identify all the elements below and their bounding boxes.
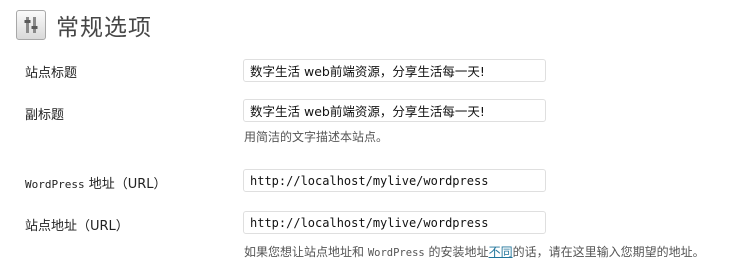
site-address-desc-part1: 如果您想让站点地址和: [244, 245, 368, 259]
wordpress-address-input[interactable]: [243, 169, 546, 192]
wordpress-address-label: WordPress 地址（URL）: [25, 173, 167, 192]
site-title-input[interactable]: [243, 59, 546, 82]
site-address-desc-part2: 的安装地址: [424, 245, 489, 259]
tagline-description: 用简洁的文字描述本站点。: [244, 130, 389, 144]
wordpress-address-label-prefix: WordPress: [25, 178, 85, 191]
wordpress-address-label-suffix: 地址（URL）: [84, 177, 167, 192]
page-title: 常规选项: [56, 15, 152, 41]
site-address-label: 站点地址（URL）: [25, 219, 129, 234]
site-address-input[interactable]: [243, 211, 546, 234]
site-address-desc-part3: 的话，请在这里输入您期望的地址。: [512, 245, 705, 259]
site-address-desc-wp: WordPress: [367, 247, 425, 259]
different-address-link[interactable]: 不同: [489, 245, 513, 259]
page-header: 常规选项: [16, 8, 152, 42]
tagline-label: 副标题: [25, 108, 65, 123]
settings-sliders-icon: [16, 10, 46, 40]
site-address-description: 如果您想让站点地址和 WordPress 的安装地址不同的话，请在这里输入您期望…: [244, 243, 705, 260]
tagline-input[interactable]: [243, 99, 546, 122]
site-title-label: 站点标题: [25, 66, 78, 81]
